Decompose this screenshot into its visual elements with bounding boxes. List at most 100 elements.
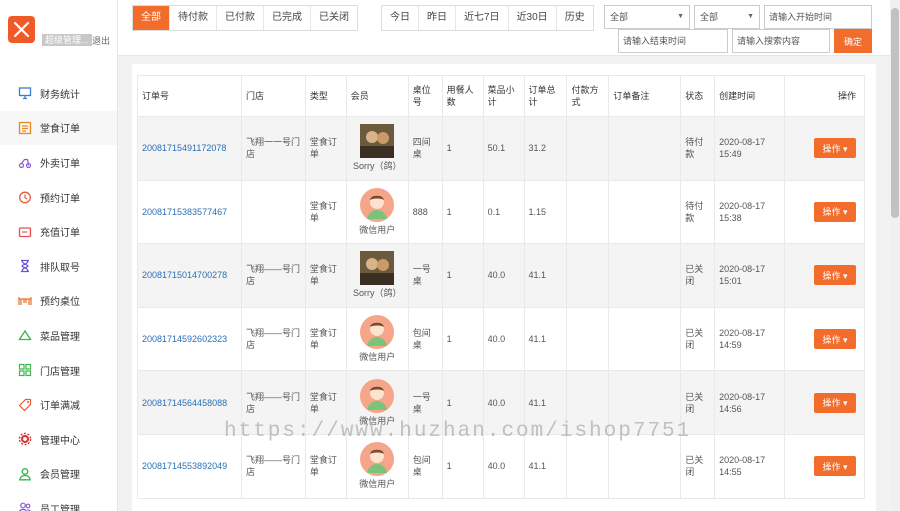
actions-dropdown-button[interactable]: 操作 ▾ [814, 265, 856, 286]
actions-dropdown-button[interactable]: 操作 ▾ [814, 138, 856, 159]
order-number-link[interactable]: 20081714592602323 [142, 334, 227, 344]
clock-icon [18, 190, 32, 204]
sidebar-item-3[interactable]: 预约订单 [0, 180, 117, 215]
sidebar-item-label: 员工管理 [40, 504, 80, 511]
status-cell: 待付款 [680, 116, 716, 181]
actions-button-label: 操作 [822, 207, 841, 218]
status-tab-0[interactable]: 全部 [133, 6, 170, 30]
status-tab-4[interactable]: 已关闭 [311, 6, 357, 30]
table-row[interactable]: 20081714553892049 飞翔——号门店 堂食订单 微信用户 包间桌 1 40.0… [137, 433, 865, 499]
table-row[interactable]: 20081715014700278 飞翔——号门店 堂食订单 Sorry（鸽） 一号桌 1… [137, 243, 865, 308]
order-number-link[interactable]: 20081714553892049 [142, 461, 227, 471]
sidebar-item-label: 会员管理 [40, 470, 80, 482]
status-tab-1[interactable]: 待付款 [170, 6, 217, 30]
user-icon [18, 467, 32, 481]
confirm-button[interactable]: 确定 [834, 29, 872, 53]
avatar [351, 315, 404, 350]
created-date: 2020-08-17 [719, 137, 766, 148]
grid-icon [18, 363, 32, 377]
chevron-down-icon: ▼ [747, 13, 754, 20]
sidebar-item-6[interactable]: 预约桌位 [0, 284, 117, 319]
order-number-cell: 20081715014700278 [137, 243, 242, 308]
date-tab-4[interactable]: 历史 [556, 6, 593, 30]
actions-dropdown-button[interactable]: 操作 ▾ [814, 456, 856, 477]
utensils-icon [13, 21, 30, 38]
tag-icon [18, 398, 32, 412]
date-tab-2[interactable]: 近七7日 [456, 6, 509, 30]
avatar [351, 187, 404, 222]
order-number-link[interactable]: 20081715491172078 [142, 143, 226, 153]
caret-down-icon: ▾ [840, 461, 848, 472]
store-cell [240, 179, 306, 245]
member-cell: Sorry（鸽） [345, 243, 409, 308]
actions-button-label: 操作 [822, 461, 841, 472]
created-date: 2020-08-17 [719, 200, 766, 211]
scrollbar-thumb[interactable] [891, 8, 899, 218]
sidebar-item-9[interactable]: 订单满减 [0, 387, 117, 422]
created-time-cell: 2020-08-17 15:49 [714, 116, 785, 181]
table-row[interactable]: 20081715383577467 堂食订单 微信用户 888 1 0.1 1.15 待付款 2… [137, 179, 865, 245]
sidebar-item-label: 订单满减 [40, 401, 80, 413]
users-icon [18, 501, 32, 511]
sidebar-item-12[interactable]: 员工管理 [0, 491, 117, 511]
order-number-link[interactable]: 20081715014700278 [142, 270, 227, 280]
people-cell: 1 [441, 306, 484, 372]
actions-dropdown-button[interactable]: 操作 ▾ [814, 201, 856, 222]
sidebar-item-0[interactable]: 财务统计 [0, 76, 117, 111]
actions-dropdown-button[interactable]: 操作 ▾ [814, 329, 856, 350]
list-icon [18, 121, 32, 135]
actions-button-label: 操作 [822, 334, 841, 345]
sidebar-item-8[interactable]: 门店管理 [0, 353, 117, 388]
sidebar-item-7[interactable]: 菜品管理 [0, 318, 117, 353]
note-cell [608, 179, 682, 245]
table-row[interactable]: 20081715491172078 飞翔一一号门店 堂食订单 Sorry（鸽） 四间桌 1… [137, 116, 865, 181]
actions-dropdown-button[interactable]: 操作 ▾ [814, 392, 856, 413]
caret-down-icon: ▾ [840, 143, 848, 154]
hourglass-icon [18, 259, 32, 273]
filter-select-2[interactable]: 全部 ▼ [694, 5, 760, 29]
table-cell: 一号桌 [407, 243, 443, 308]
sidebar-item-1[interactable]: 堂食订单 [0, 110, 117, 146]
date-tab-1[interactable]: 昨日 [419, 6, 456, 30]
caret-down-icon: ▾ [840, 334, 848, 345]
total-cell: 41.1 [523, 433, 568, 499]
column-header: 订单总计 [523, 75, 568, 117]
filter-select-1-value: 全部 [610, 12, 629, 22]
order-number-link[interactable]: 20081715383577467 [142, 207, 227, 217]
scrollbar[interactable] [890, 0, 900, 511]
filter-select-1[interactable]: 全部 ▼ [604, 5, 690, 29]
monitor-icon [18, 86, 32, 100]
column-header: 类型 [304, 75, 347, 117]
current-user: 超级管理... [42, 34, 92, 46]
actions-cell: 操作 ▾ [784, 306, 865, 372]
sidebar-item-5[interactable]: 排队取号 [0, 249, 117, 284]
status-tab-3[interactable]: 已完成 [264, 6, 311, 30]
people-cell: 1 [441, 433, 484, 499]
search-input[interactable] [732, 29, 830, 53]
table-cell: 888 [407, 179, 443, 245]
created-time: 15:49 [719, 149, 742, 160]
created-time: 15:38 [719, 212, 742, 223]
orders-panel: 订单号 门店 类型 会员 桌位号 用餐人数 菜品小计 订单总计 付款方式 订单备注 状态 创建时间 操作… [132, 64, 876, 511]
date-tab-0[interactable]: 今日 [382, 6, 419, 30]
order-number-link[interactable]: 20081714564458088 [142, 398, 227, 408]
table-cell: 四间桌 [407, 116, 443, 181]
date-tab-3[interactable]: 近30日 [508, 6, 557, 30]
sidebar-item-label: 堂食订单 [40, 124, 80, 136]
sidebar-item-2[interactable]: 外卖订单 [0, 145, 117, 180]
status-tab-2[interactable]: 已付款 [217, 6, 264, 30]
subtotal-cell: 50.1 [482, 116, 525, 181]
created-date: 2020-08-17 [719, 264, 766, 275]
sidebar-item-11[interactable]: 会员管理 [0, 457, 117, 492]
member-name: Sorry（鸽） [352, 161, 402, 172]
start-time-input[interactable] [764, 5, 872, 29]
table-row[interactable]: 20081714592602323 飞翔——号门店 堂食订单 微信用户 包间桌 1 40.0… [137, 306, 865, 372]
end-time-input[interactable] [618, 29, 728, 53]
sidebar-item-4[interactable]: 充值订单 [0, 214, 117, 249]
order-number-cell: 20081714553892049 [137, 433, 242, 499]
logout-link[interactable]: 退出 [92, 34, 110, 47]
created-time: 14:55 [719, 467, 742, 478]
brand-area: 超级管理... 退出 [0, 0, 117, 56]
sidebar-item-10[interactable]: 管理中心 [0, 422, 117, 457]
subtotal-cell: 40.0 [482, 243, 525, 308]
